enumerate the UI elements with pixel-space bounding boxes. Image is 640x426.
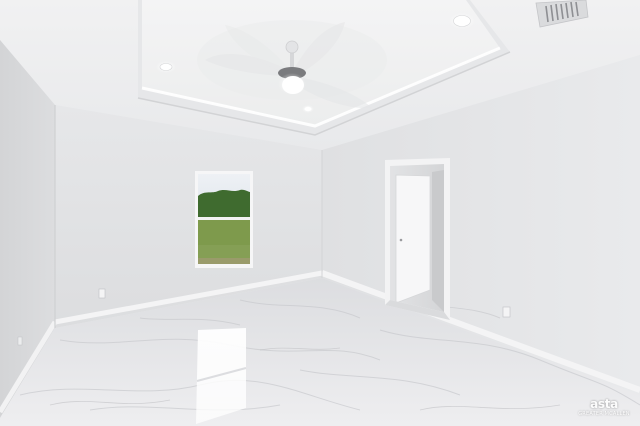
outlet-back-wall bbox=[98, 288, 106, 299]
outlet-right-wall bbox=[502, 306, 511, 318]
doorway bbox=[385, 158, 450, 320]
watermark-subtitle: GREATER MCALLEN bbox=[578, 411, 630, 417]
window-floor-reflection bbox=[196, 328, 246, 424]
watermark-logo: asta bbox=[590, 397, 618, 411]
outlet-left-wall bbox=[17, 336, 23, 346]
room-photo: asta GREATER MCALLEN bbox=[0, 0, 640, 426]
watermark: asta GREATER MCALLEN bbox=[576, 398, 632, 418]
door-knob bbox=[399, 238, 403, 242]
room-illustration bbox=[0, 0, 640, 426]
window bbox=[195, 171, 253, 268]
